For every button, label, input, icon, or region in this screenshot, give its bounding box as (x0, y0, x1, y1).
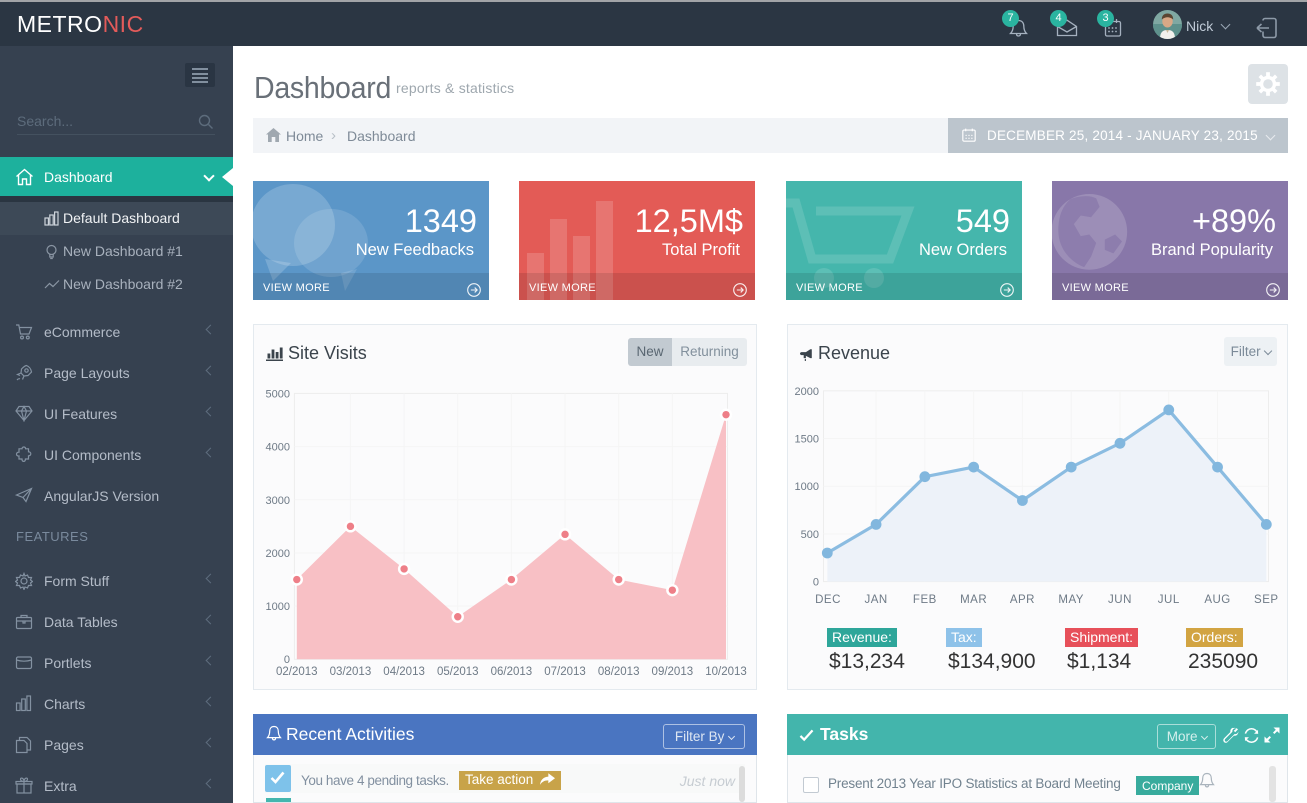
svg-text:500: 500 (801, 529, 819, 541)
svg-text:3000: 3000 (266, 495, 290, 507)
svg-text:09/2013: 09/2013 (652, 666, 694, 678)
svg-text:DEC: DEC (815, 594, 841, 606)
svg-text:03/2013: 03/2013 (330, 666, 372, 678)
svg-text:1500: 1500 (795, 434, 819, 446)
svg-text:1000: 1000 (795, 481, 819, 493)
svg-text:JUL: JUL (1158, 594, 1180, 606)
svg-text:5000: 5000 (266, 389, 290, 401)
svg-text:10/2013: 10/2013 (705, 666, 747, 678)
svg-text:2000: 2000 (795, 386, 819, 398)
svg-text:02/2013: 02/2013 (276, 666, 318, 678)
svg-text:MAR: MAR (960, 594, 987, 606)
svg-text:2000: 2000 (266, 548, 290, 560)
svg-text:04/2013: 04/2013 (383, 666, 425, 678)
svg-text:MAY: MAY (1058, 594, 1084, 606)
svg-text:1000: 1000 (266, 601, 290, 613)
svg-text:SEP: SEP (1254, 594, 1279, 606)
svg-text:FEB: FEB (913, 594, 937, 606)
svg-text:07/2013: 07/2013 (544, 666, 586, 678)
svg-text:05/2013: 05/2013 (437, 666, 479, 678)
svg-text:JAN: JAN (864, 594, 887, 606)
svg-text:0: 0 (813, 577, 819, 589)
svg-text:JUN: JUN (1108, 594, 1132, 606)
svg-text:4000: 4000 (266, 442, 290, 454)
svg-text:AUG: AUG (1204, 594, 1230, 606)
svg-text:08/2013: 08/2013 (598, 666, 640, 678)
svg-text:06/2013: 06/2013 (491, 666, 533, 678)
svg-text:0: 0 (284, 654, 290, 666)
svg-text:APR: APR (1010, 594, 1035, 606)
